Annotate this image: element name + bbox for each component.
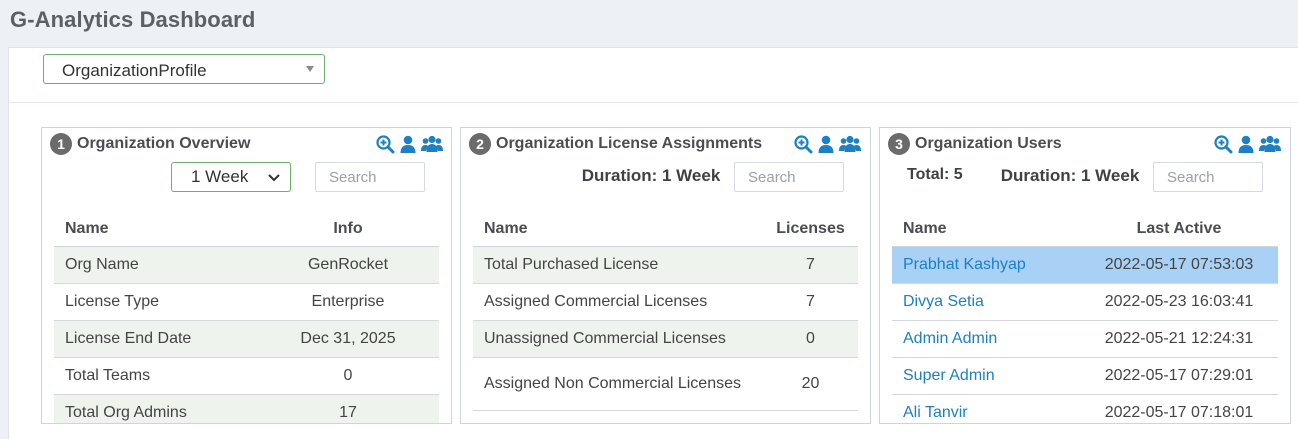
license-table: Name Licenses Total Purchased License 7 … xyxy=(473,212,858,411)
row-name: Total Purchased License xyxy=(473,246,763,284)
table-row[interactable]: Admin Admin 2022-05-21 12:24:31 xyxy=(892,320,1278,358)
table-row: Assigned Non Commercial Licenses 20 xyxy=(473,357,858,411)
table-row[interactable]: Ali Tanvir 2022-05-17 07:18:01 xyxy=(892,394,1278,423)
organization-overview-panel: 1 Organization Overview 1 Week Search Na… xyxy=(41,127,452,424)
column-header-name[interactable]: Name xyxy=(54,212,257,247)
last-active: 2022-05-17 07:29:01 xyxy=(1080,357,1278,395)
row-name: Assigned Commercial Licenses xyxy=(473,283,763,321)
panel-title: Organization Overview xyxy=(77,135,251,152)
panel-number-badge: 3 xyxy=(888,133,910,155)
last-active: 2022-05-17 07:18:01 xyxy=(1080,394,1278,423)
selector-bar: OrganizationProfile xyxy=(9,48,1298,103)
row-value: GenRocket xyxy=(257,246,439,284)
last-active: 2022-05-17 07:53:03 xyxy=(1080,246,1278,284)
row-name: Unassigned Commercial Licenses xyxy=(473,320,763,358)
panel-title: Organization Users xyxy=(915,135,1062,152)
row-name: Total Teams xyxy=(54,357,257,395)
table-row: Total Org Admins 17 xyxy=(54,394,439,423)
duration-label: Duration: 1 Week xyxy=(1000,166,1140,185)
search-placeholder: Search xyxy=(329,169,377,186)
panel-header: 1 Organization Overview xyxy=(50,133,250,155)
table-row: Unassigned Commercial Licenses 0 xyxy=(473,320,858,358)
panel-number-badge: 2 xyxy=(469,133,491,155)
panel-actions xyxy=(793,134,864,154)
row-value: Enterprise xyxy=(257,283,439,321)
user-name-link[interactable]: Prabhat Kashyap xyxy=(892,246,1080,284)
user-icon[interactable] xyxy=(816,134,836,154)
user-name-link[interactable]: Divya Setia xyxy=(892,283,1080,321)
search-placeholder: Search xyxy=(748,169,796,186)
column-header-name[interactable]: Name xyxy=(473,212,763,247)
panel-header: 2 Organization License Assignments xyxy=(469,133,762,155)
zoom-in-icon[interactable] xyxy=(375,134,395,154)
panel-number-badge: 1 xyxy=(50,133,72,155)
row-value: 7 xyxy=(763,246,858,284)
row-name: License End Date xyxy=(54,320,257,358)
row-value: 0 xyxy=(763,320,858,358)
table-row: License Type Enterprise xyxy=(54,283,439,321)
table-row: Total Purchased License 7 xyxy=(473,246,858,284)
duration-select[interactable]: 1 Week xyxy=(171,162,291,192)
column-header-name[interactable]: Name xyxy=(892,212,1080,247)
organization-users-panel: 3 Organization Users Total: 5 Duration: … xyxy=(879,127,1291,424)
search-input[interactable]: Search xyxy=(315,162,425,192)
user-icon[interactable] xyxy=(1236,134,1256,154)
row-value: Dec 31, 2025 xyxy=(257,320,439,358)
chevron-down-icon xyxy=(268,174,280,182)
panel-title: Organization License Assignments xyxy=(496,135,763,152)
last-active: 2022-05-21 12:24:31 xyxy=(1080,320,1278,358)
row-name: Total Org Admins xyxy=(54,394,257,423)
row-value: 20 xyxy=(763,357,858,411)
row-value: 7 xyxy=(763,283,858,321)
last-active: 2022-05-23 16:03:41 xyxy=(1080,283,1278,321)
search-input[interactable]: Search xyxy=(734,162,844,192)
duration-label: Duration: 1 Week xyxy=(581,166,721,185)
panel-actions xyxy=(1213,134,1284,154)
app-title: G-Analytics Dashboard xyxy=(10,7,256,32)
table-row: Assigned Commercial Licenses 7 xyxy=(473,283,858,321)
table-row: License End Date Dec 31, 2025 xyxy=(54,320,439,358)
table-row: Org Name GenRocket xyxy=(54,246,439,284)
search-input[interactable]: Search xyxy=(1153,162,1263,192)
users-table: Name Last Active Prabhat Kashyap 2022-05… xyxy=(892,212,1278,423)
user-icon[interactable] xyxy=(398,134,418,154)
table-row: Total Teams 0 xyxy=(54,357,439,395)
row-name: Assigned Non Commercial Licenses xyxy=(473,357,763,411)
users-group-icon[interactable] xyxy=(1259,134,1281,154)
overview-table: Name Info Org Name GenRocket License Typ… xyxy=(54,212,439,423)
table-row[interactable]: Super Admin 2022-05-17 07:29:01 xyxy=(892,357,1278,395)
user-name-link[interactable]: Admin Admin xyxy=(892,320,1080,358)
duration-select-value: 1 Week xyxy=(191,167,249,186)
zoom-in-icon[interactable] xyxy=(1213,134,1233,154)
panel-actions xyxy=(375,134,446,154)
user-name-link[interactable]: Ali Tanvir xyxy=(892,394,1080,423)
column-header-last-active[interactable]: Last Active xyxy=(1080,212,1278,247)
search-placeholder: Search xyxy=(1167,169,1215,186)
license-assignments-panel: 2 Organization License Assignments Durat… xyxy=(460,127,871,424)
dashboard-type-select[interactable]: OrganizationProfile xyxy=(43,54,325,84)
row-value: 17 xyxy=(257,394,439,423)
users-group-icon[interactable] xyxy=(421,134,443,154)
table-row[interactable]: Prabhat Kashyap 2022-05-17 07:53:03 xyxy=(892,246,1278,284)
total-users-label: Total: 5 xyxy=(907,166,963,183)
row-name: License Type xyxy=(54,283,257,321)
user-name-link[interactable]: Super Admin xyxy=(892,357,1080,395)
users-group-icon[interactable] xyxy=(839,134,861,154)
panel-header: 3 Organization Users xyxy=(888,133,1062,155)
dashboard-type-value: OrganizationProfile xyxy=(62,61,207,80)
column-header-licenses[interactable]: Licenses xyxy=(763,212,858,247)
column-header-info[interactable]: Info xyxy=(257,212,439,247)
table-row[interactable]: Divya Setia 2022-05-23 16:03:41 xyxy=(892,283,1278,321)
zoom-in-icon[interactable] xyxy=(793,134,813,154)
row-value: 0 xyxy=(257,357,439,395)
row-name: Org Name xyxy=(54,246,257,284)
caret-down-icon xyxy=(306,66,314,72)
